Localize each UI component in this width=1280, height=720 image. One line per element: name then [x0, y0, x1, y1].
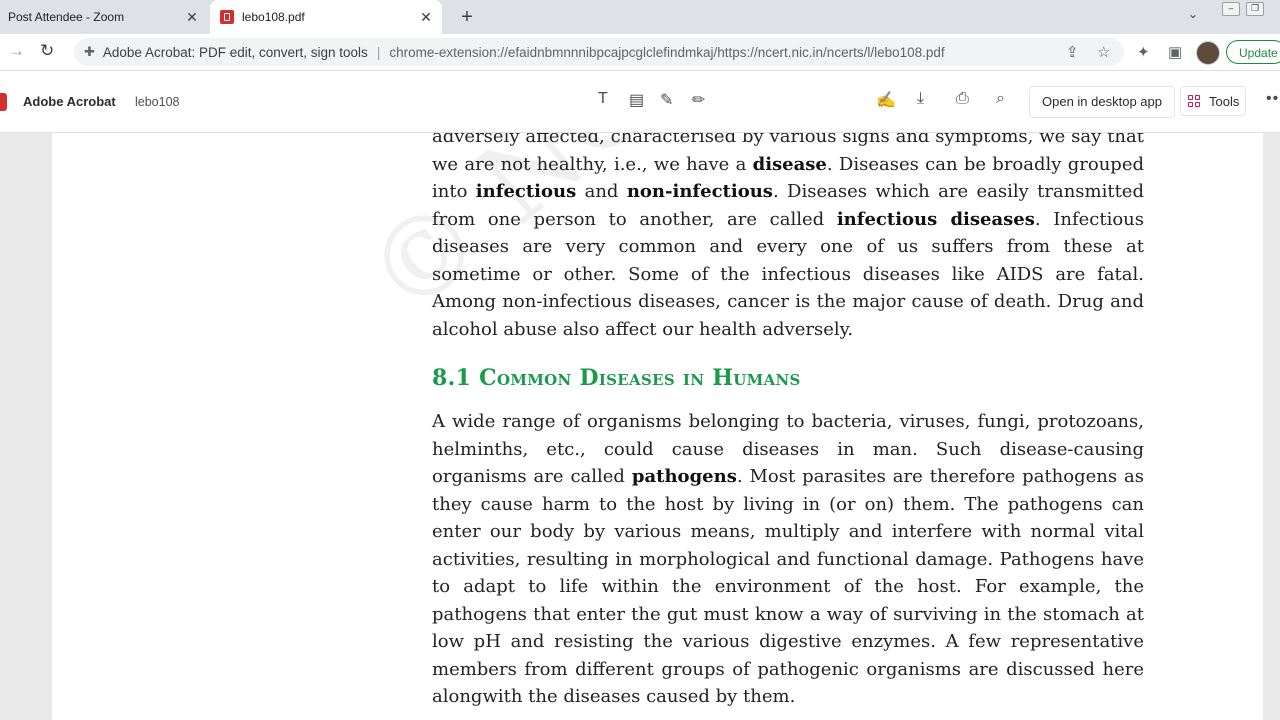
acrobat-logo-icon [0, 93, 7, 111]
more-options-icon[interactable]: ••• [1266, 90, 1280, 108]
close-tab-icon[interactable]: ✕ [182, 9, 202, 26]
tools-grid-icon [1188, 95, 1202, 109]
divider: | [376, 44, 381, 60]
extensions-icon[interactable]: ✦ [1137, 43, 1150, 61]
heading-text: Common Diseases in Humans [479, 365, 801, 391]
bold-term: pathogens [631, 466, 737, 487]
tab-title: Post Attendee - Zoom [8, 10, 125, 24]
address-bar[interactable]: ✚ Adobe Acrobat: PDF edit, convert, sign… [74, 38, 1124, 66]
forward-icon[interactable]: → [8, 41, 25, 61]
comment-icon[interactable]: ▤ [629, 90, 644, 110]
tools-label: Tools [1209, 94, 1240, 109]
highlight-icon[interactable]: ✎ [660, 90, 673, 110]
update-button[interactable]: Update [1226, 40, 1280, 64]
print-icon[interactable]: ⎙ [956, 90, 969, 108]
open-in-desktop-app-button[interactable]: Open in desktop app [1029, 86, 1175, 118]
heading-number: 8.1 [432, 365, 472, 391]
draw-icon[interactable]: ✏ [692, 90, 705, 110]
tab-title: lebo108.pdf [242, 10, 305, 24]
bookmark-star-icon[interactable]: ☆ [1097, 43, 1110, 61]
tab-pdf[interactable]: lebo108.pdf ✕ [210, 0, 442, 34]
add-text-icon[interactable]: T [598, 90, 608, 108]
paragraph-pathogens: A wide range of organisms belonging to b… [432, 408, 1144, 711]
bold-term: infectious diseases [836, 208, 1035, 230]
tab-strip: Post Attendee - Zoom ✕ lebo108.pdf ✕ + ⌄… [0, 0, 1280, 34]
download-icon[interactable]: ⤓ [917, 90, 924, 108]
restore-icon[interactable]: ❐ [1246, 2, 1264, 16]
bold-term: infectious [475, 181, 577, 202]
search-icon[interactable]: ⌕ [996, 90, 1005, 108]
tab-search-chevron-icon[interactable]: ⌄ [1188, 7, 1198, 21]
share-icon[interactable]: ⇪ [1066, 43, 1079, 61]
pdf-page: © NCERT adversely affected, characterise… [52, 133, 1263, 720]
section-heading: 8.1 Common Diseases in Humans [432, 365, 801, 391]
tab-zoom[interactable]: Post Attendee - Zoom ✕ [0, 0, 208, 34]
file-name: lebo108 [135, 95, 180, 109]
url-text[interactable]: chrome-extension://efaidnbmnnnibpcajpcgl… [389, 45, 944, 60]
new-tab-button[interactable]: + [456, 6, 478, 29]
bold-term: non-infectious [626, 181, 773, 202]
site-label: Adobe Acrobat: PDF edit, convert, sign t… [102, 44, 368, 60]
text-run: and [576, 181, 627, 202]
reload-icon[interactable]: ↻ [40, 41, 54, 61]
browser-toolbar: → ↻ ✚ Adobe Acrobat: PDF edit, convert, … [0, 34, 1280, 71]
acrobat-toolbar: Adobe Acrobat lebo108 T ▤ ✎ ✏ ✍ ⤓ ⎙ ⌕ Op… [0, 71, 1280, 133]
app-name: Adobe Acrobat [23, 94, 116, 109]
fill-sign-icon[interactable]: ✍ [876, 90, 896, 110]
pdf-favicon-icon [220, 10, 234, 24]
minimize-icon[interactable]: – [1222, 2, 1240, 16]
extension-puzzle-icon: ✚ [84, 44, 95, 59]
bold-term: disease [752, 153, 827, 175]
close-tab-icon[interactable]: ✕ [416, 9, 436, 26]
paragraph-intro: adversely affected, characterised by var… [432, 133, 1144, 343]
tools-button[interactable]: Tools [1180, 86, 1246, 116]
text-run: . Most parasites are therefore pathogens… [432, 466, 1144, 707]
side-panel-icon[interactable]: ▣ [1168, 43, 1182, 61]
document-viewer[interactable]: © NCERT adversely affected, characterise… [0, 133, 1280, 720]
profile-avatar[interactable] [1196, 41, 1220, 65]
